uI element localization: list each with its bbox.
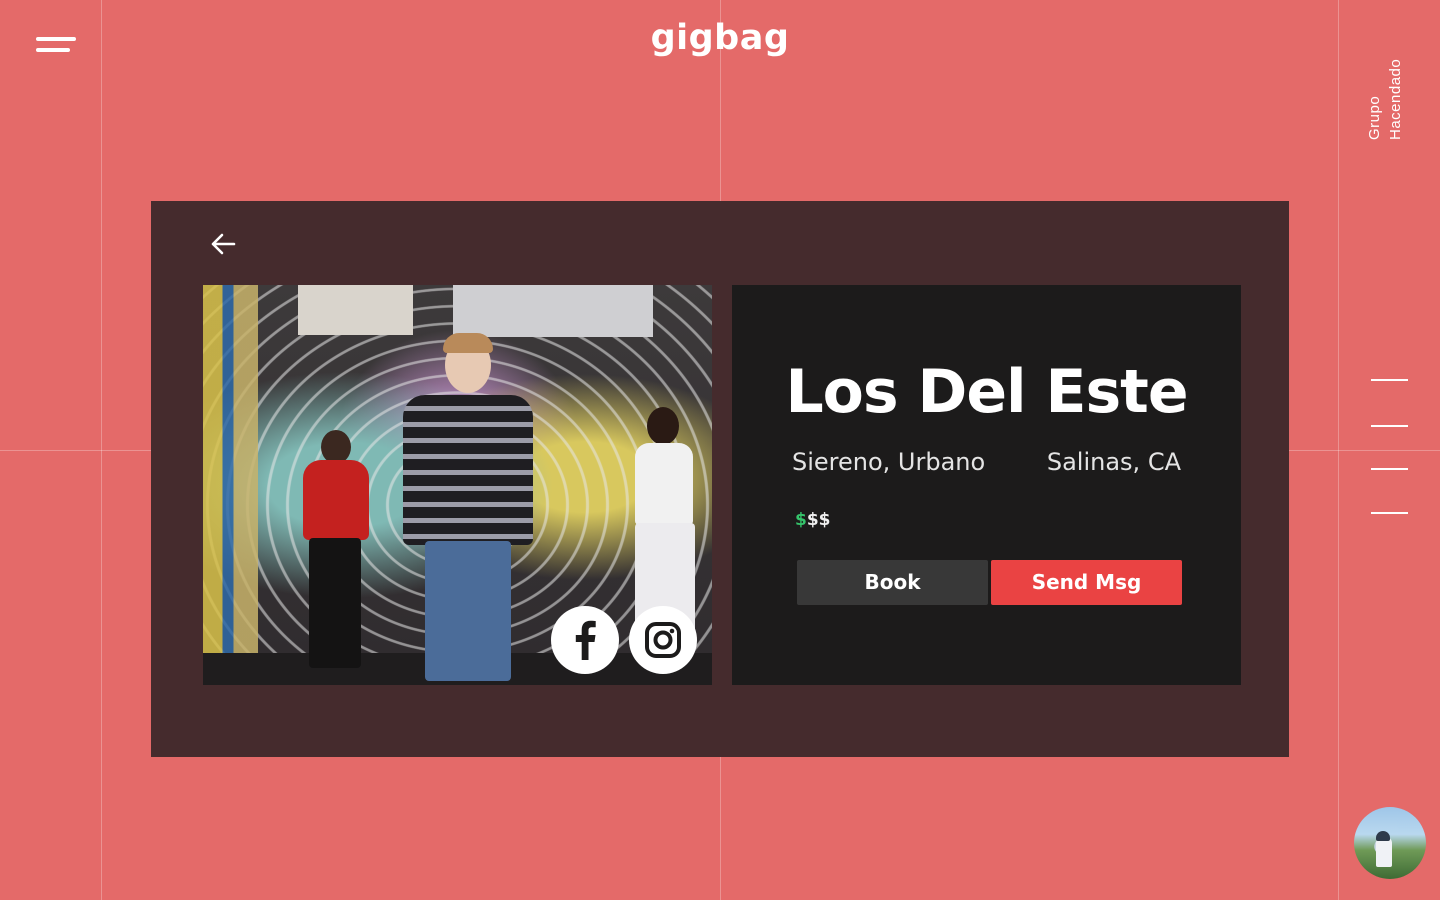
section-nav-item[interactable]: [1371, 379, 1408, 381]
band-name: Los Del Este: [785, 357, 1188, 427]
band-location: Salinas, CA: [1046, 448, 1181, 476]
facebook-icon[interactable]: [551, 606, 619, 674]
band-photo: [203, 285, 712, 685]
sidebar-label: Grupo Hacendado: [1362, 36, 1406, 140]
instagram-icon[interactable]: [629, 606, 697, 674]
back-arrow-icon[interactable]: [208, 229, 238, 259]
section-nav-item[interactable]: [1371, 512, 1408, 514]
send-message-button[interactable]: Send Msg: [991, 560, 1182, 605]
app-logo: gigbag: [650, 18, 790, 58]
band-genre: Siereno, Urbano: [792, 448, 986, 476]
section-nav-item[interactable]: [1371, 425, 1408, 427]
book-button[interactable]: Book: [797, 560, 988, 605]
user-avatar[interactable]: [1354, 807, 1426, 879]
price-rating: $$$: [795, 510, 831, 530]
band-profile-card: Los Del Este Siereno, Urbano Salinas, CA…: [151, 201, 1289, 757]
band-info-panel: Los Del Este Siereno, Urbano Salinas, CA…: [732, 285, 1241, 685]
price-level-inactive: $$: [806, 510, 831, 530]
price-level-active: $: [795, 510, 807, 530]
section-nav-item[interactable]: [1371, 468, 1408, 470]
sidebar-label-text: Grupo Hacendado: [1366, 58, 1404, 140]
